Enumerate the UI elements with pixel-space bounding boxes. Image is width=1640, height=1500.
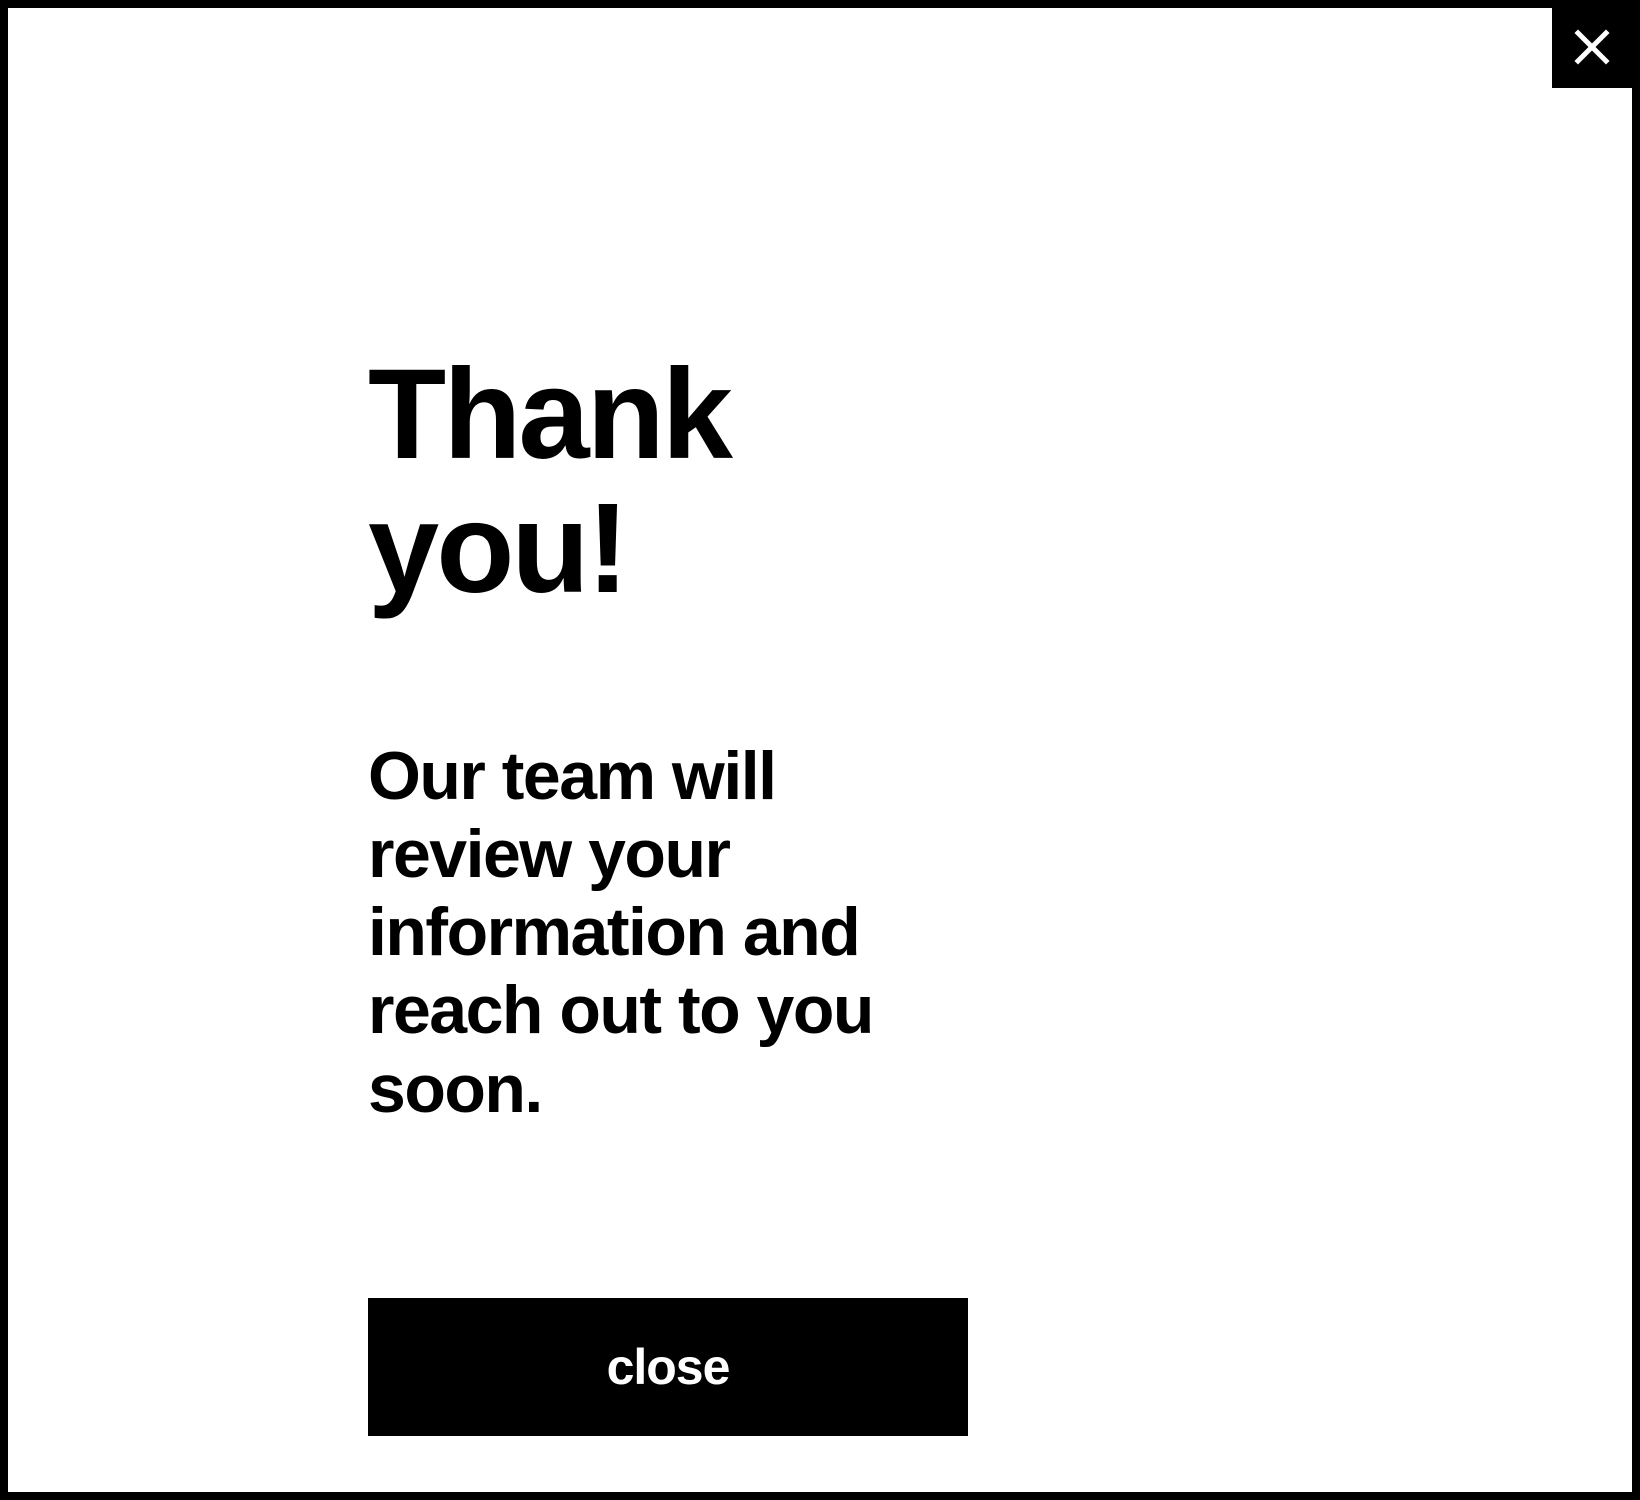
close-button[interactable]: close: [368, 1298, 968, 1436]
close-icon-button[interactable]: [1552, 8, 1632, 88]
close-icon: [1574, 29, 1610, 68]
modal-content: Thank you! Our team will review your inf…: [8, 8, 1328, 1436]
modal-subheading: Our team will review your information an…: [368, 737, 968, 1128]
modal-heading: Thank you!: [368, 348, 968, 617]
thank-you-modal: Thank you! Our team will review your inf…: [0, 0, 1640, 1500]
